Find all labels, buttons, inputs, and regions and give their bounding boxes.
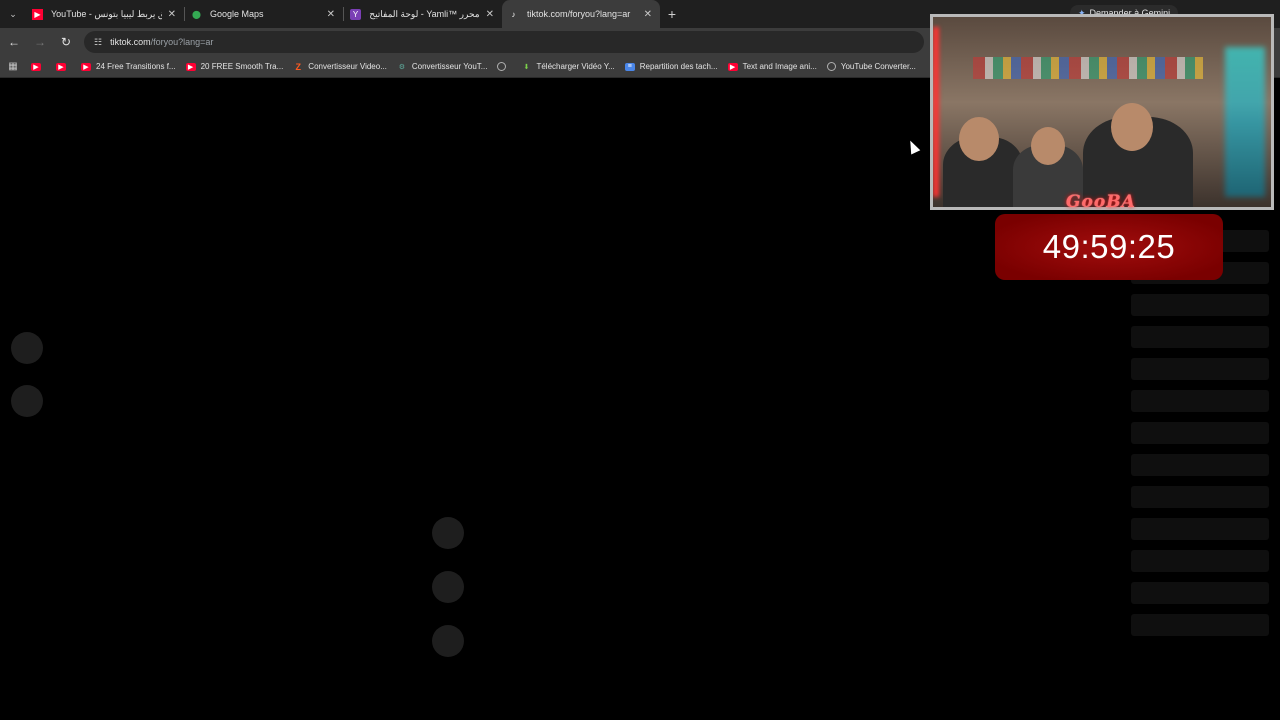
apps-grid-icon[interactable]: ▦ [0, 61, 26, 72]
youtube-icon: ▶ [81, 62, 91, 71]
skeleton-row [1131, 550, 1269, 572]
skeleton-row [1131, 390, 1269, 412]
url-host: tiktok.com [110, 37, 151, 47]
action-button-placeholder [432, 625, 464, 657]
tiktok-icon: ♪ [511, 9, 516, 19]
z-icon: Z [295, 61, 302, 72]
bookmark-item[interactable] [492, 58, 516, 76]
bookmark-label: Text and Image ani... [742, 62, 817, 71]
action-button-placeholder [432, 571, 464, 603]
skeleton-row [1131, 422, 1269, 444]
address-bar[interactable]: ☷ tiktok.com/foryou?lang=ar [84, 31, 924, 53]
close-icon[interactable]: ✕ [644, 9, 652, 20]
person-head [1031, 127, 1065, 165]
action-button-placeholder [432, 517, 464, 549]
bookmark-item[interactable]: ≡ Repartition des tach... [620, 58, 723, 76]
bookmark-item[interactable]: ▶ 24 Free Transitions f... [76, 58, 181, 76]
tab-title: Google Maps [210, 9, 264, 19]
docs-icon: ≡ [624, 62, 635, 71]
neon-light [1225, 47, 1265, 197]
bookmark-label: Convertisseur Video... [308, 62, 387, 71]
bookmark-item[interactable]: ▶ 20 FREE Smooth Tra... [181, 58, 289, 76]
converter-icon: ⚙ [398, 63, 405, 71]
tab-youtube[interactable]: ▶ YouTube - نفق يربط ليبيا بتونس ✕ [26, 0, 184, 28]
sidebar-avatar-placeholder [11, 332, 43, 364]
close-icon[interactable]: ✕ [486, 9, 494, 20]
url-path: /foryou?lang=ar [150, 37, 214, 47]
forward-arrow-icon[interactable]: → [28, 30, 52, 54]
bookmark-label: Repartition des tach... [639, 62, 718, 71]
bookmark-item[interactable]: YouTube Converter... [822, 58, 921, 76]
new-tab-plus-icon[interactable]: + [660, 2, 684, 26]
tab-title: محرر ™Yamli - لوحة المفاتيح العربية [369, 8, 480, 19]
skeleton-row [1131, 294, 1269, 316]
youtube-icon: ▶ [56, 62, 66, 71]
bookmark-label: 24 Free Transitions f... [96, 62, 176, 71]
tab-search-chevron-icon[interactable]: ⌄ [0, 0, 26, 28]
bookmark-label: YouTube Converter... [840, 62, 916, 71]
bookmark-label: 20 FREE Smooth Tra... [200, 62, 284, 71]
skeleton-row [1131, 358, 1269, 380]
skeleton-row [1131, 454, 1269, 476]
maps-pin-icon: ⬤ [192, 9, 201, 19]
yamli-icon: Y [350, 8, 361, 20]
skeleton-row [1131, 518, 1269, 540]
bookmark-item[interactable]: ▶ [51, 58, 76, 76]
webcam-overlay [930, 14, 1274, 210]
site-settings-icon[interactable]: ☷ [94, 37, 102, 48]
youtube-icon: ▶ [32, 8, 43, 20]
bookmark-label: Télécharger Vidéo Y... [536, 62, 615, 71]
tab-title: tiktok.com/foryou?lang=ar [527, 9, 631, 19]
bookmark-item[interactable]: ▶ Text and Image ani... [723, 58, 822, 76]
streamer-logo: GooBA [1066, 192, 1136, 212]
tab-title: YouTube - نفق يربط ليبيا بتونس [51, 8, 162, 19]
skeleton-row [1131, 486, 1269, 508]
tab-tiktok[interactable]: ♪ tiktok.com/foryou?lang=ar ✕ [502, 0, 660, 28]
bookmark-item[interactable]: ⬇ Télécharger Vidéo Y... [516, 58, 619, 76]
back-arrow-icon[interactable]: ← [2, 30, 26, 54]
bookmark-item[interactable]: ⚙ Convertisseur YouT... [392, 58, 493, 76]
skeleton-row [1131, 582, 1269, 604]
bookmark-item[interactable]: ▶ [26, 58, 51, 76]
bookmark-item[interactable]: Z Convertisseur Video... [288, 58, 392, 76]
close-icon[interactable]: ✕ [327, 9, 335, 20]
youtube-icon: ▶ [727, 62, 738, 71]
download-icon: ⬇ [523, 63, 530, 71]
skeleton-row [1131, 614, 1269, 636]
person-head [959, 117, 999, 161]
globe-icon [497, 62, 507, 71]
sidebar-avatar-placeholder [11, 385, 43, 417]
skeleton-row [1131, 326, 1269, 348]
youtube-icon: ▶ [31, 62, 41, 71]
person-head [1111, 103, 1153, 151]
wall-flags-decoration [973, 57, 1203, 79]
neon-light [933, 27, 939, 197]
youtube-icon: ▶ [185, 62, 196, 71]
tab-yamli[interactable]: Y محرر ™Yamli - لوحة المفاتيح العربية ✕ [344, 0, 502, 28]
reload-icon[interactable]: ↻ [54, 30, 78, 54]
tab-google-maps[interactable]: ⬤ Google Maps ✕ [185, 0, 343, 28]
close-icon[interactable]: ✕ [168, 9, 176, 20]
bookmark-label: Convertisseur YouT... [411, 62, 488, 71]
globe-icon [826, 62, 836, 71]
mouse-cursor-icon [905, 138, 921, 155]
countdown-timer: 49:59:25 [995, 214, 1223, 280]
